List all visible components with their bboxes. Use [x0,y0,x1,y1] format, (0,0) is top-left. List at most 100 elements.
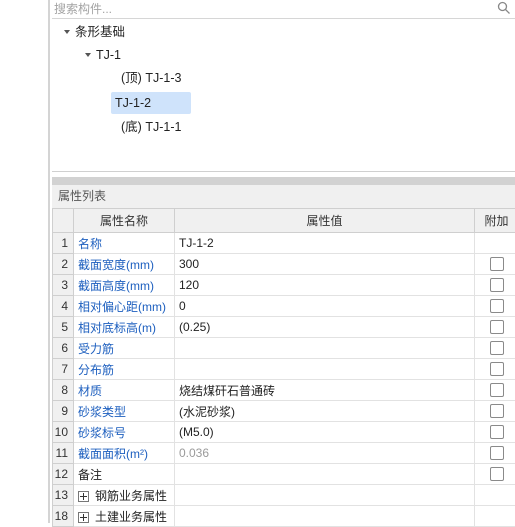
row-number: 18 [53,506,74,527]
property-name: 截面高度(mm) [74,275,175,296]
extra-cell [475,485,515,506]
tree-node-label: 条形基础 [75,25,125,39]
extra-cell [475,275,515,296]
tree-leaf-prefix: (顶) [121,71,142,85]
table-row[interactable]: 18 土建业务属性 [53,506,515,527]
extra-cell [475,338,515,359]
property-name: 名称 [74,233,175,254]
extra-cell [475,380,515,401]
property-value[interactable]: TJ-1-2 [175,233,475,254]
tree-leaf-tj-1-2[interactable]: TJ-1-2 [115,93,151,113]
row-number: 9 [53,401,74,422]
tree-leaf-label: TJ-1-1 [145,120,181,134]
property-value[interactable] [175,338,475,359]
search-input[interactable] [52,0,484,17]
extra-cell [475,506,515,527]
chevron-down-icon[interactable] [85,53,91,57]
table-row[interactable]: 4 相对偏心距(mm) 0 [53,296,515,317]
extra-checkbox[interactable] [490,299,504,313]
extra-checkbox[interactable] [490,341,504,355]
row-number: 12 [53,464,74,485]
tree-leaf-label: TJ-1-3 [145,71,181,85]
extra-checkbox[interactable] [490,278,504,292]
table-row[interactable]: 1 名称 TJ-1-2 [53,233,515,254]
property-name: 备注 [74,464,175,485]
table-row[interactable]: 7 分布筋 [53,359,515,380]
row-number: 3 [53,275,74,296]
column-header-value[interactable]: 属性值 [175,209,475,233]
row-number: 5 [53,317,74,338]
table-row[interactable]: 2 截面宽度(mm) 300 [53,254,515,275]
property-name: 截面宽度(mm) [74,254,175,275]
property-value[interactable]: (0.25) [175,317,475,338]
table-row[interactable]: 6 受力筋 [53,338,515,359]
property-value[interactable]: (M5.0) [175,422,475,443]
property-group-label: 钢筋业务属性 [95,489,167,503]
property-name: 分布筋 [74,359,175,380]
property-value [175,485,475,506]
table-row[interactable]: 9 砂浆类型 (水泥砂浆) [53,401,515,422]
property-grid-header: 属性名称 属性值 附加 [53,209,515,233]
property-group[interactable]: 钢筋业务属性 [74,485,175,506]
extra-checkbox[interactable] [490,467,504,481]
row-number: 7 [53,359,74,380]
search-icon[interactable] [497,1,511,15]
table-row[interactable]: 10 砂浆标号 (M5.0) [53,422,515,443]
extra-checkbox[interactable] [490,383,504,397]
property-value[interactable] [175,359,475,380]
row-number-header [53,209,74,233]
left-panel-strip [0,0,48,523]
property-name: 相对底标高(m) [74,317,175,338]
row-number: 8 [53,380,74,401]
extra-cell [475,401,515,422]
property-value[interactable]: 0 [175,296,475,317]
property-name: 受力筋 [74,338,175,359]
property-name: 砂浆类型 [74,401,175,422]
property-value[interactable] [175,464,475,485]
property-value[interactable]: 120 [175,275,475,296]
tree-leaf-tj-1-1[interactable]: (底) TJ-1-1 [121,117,181,137]
extra-cell [475,422,515,443]
property-value[interactable]: 300 [175,254,475,275]
chevron-down-icon[interactable] [64,30,70,34]
extra-cell [475,296,515,317]
extra-checkbox[interactable] [490,404,504,418]
column-header-name[interactable]: 属性名称 [74,209,175,233]
row-number: 10 [53,422,74,443]
table-row[interactable]: 12 备注 [53,464,515,485]
property-name: 砂浆标号 [74,422,175,443]
extra-cell [475,254,515,275]
table-row[interactable]: 11 截面面积(m²) 0.036 [53,443,515,464]
search-bar [52,0,515,19]
property-group[interactable]: 土建业务属性 [74,506,175,527]
extra-checkbox[interactable] [490,425,504,439]
tree-node-tj1[interactable]: TJ-1 [85,45,121,65]
panel-divider [48,0,50,523]
extra-checkbox[interactable] [490,257,504,271]
property-value [175,506,475,527]
component-tree: 条形基础 TJ-1 (顶) TJ-1-3 TJ-1-2 (底) TJ-1-1 [52,18,515,172]
expand-icon[interactable] [78,512,89,523]
extra-checkbox[interactable] [490,446,504,460]
property-name: 材质 [74,380,175,401]
expand-icon[interactable] [78,491,89,502]
property-value[interactable]: (水泥砂浆) [175,401,475,422]
row-number: 6 [53,338,74,359]
extra-checkbox[interactable] [490,320,504,334]
column-header-extra[interactable]: 附加 [475,209,515,233]
panel-splitter[interactable] [52,177,515,185]
row-number: 1 [53,233,74,254]
tree-node-label: TJ-1 [96,48,121,62]
table-row[interactable]: 13 钢筋业务属性 [53,485,515,506]
extra-checkbox[interactable] [490,362,504,376]
table-row[interactable]: 8 材质 烧结煤矸石普通砖 [53,380,515,401]
extra-cell [475,359,515,380]
table-row[interactable]: 5 相对底标高(m) (0.25) [53,317,515,338]
table-row[interactable]: 3 截面高度(mm) 120 [53,275,515,296]
extra-cell [475,443,515,464]
tree-leaf-tj-1-3[interactable]: (顶) TJ-1-3 [121,68,181,88]
tree-node-root[interactable]: 条形基础 [64,22,125,42]
property-value[interactable]: 烧结煤矸石普通砖 [175,380,475,401]
row-number: 2 [53,254,74,275]
property-value: 0.036 [175,443,475,464]
